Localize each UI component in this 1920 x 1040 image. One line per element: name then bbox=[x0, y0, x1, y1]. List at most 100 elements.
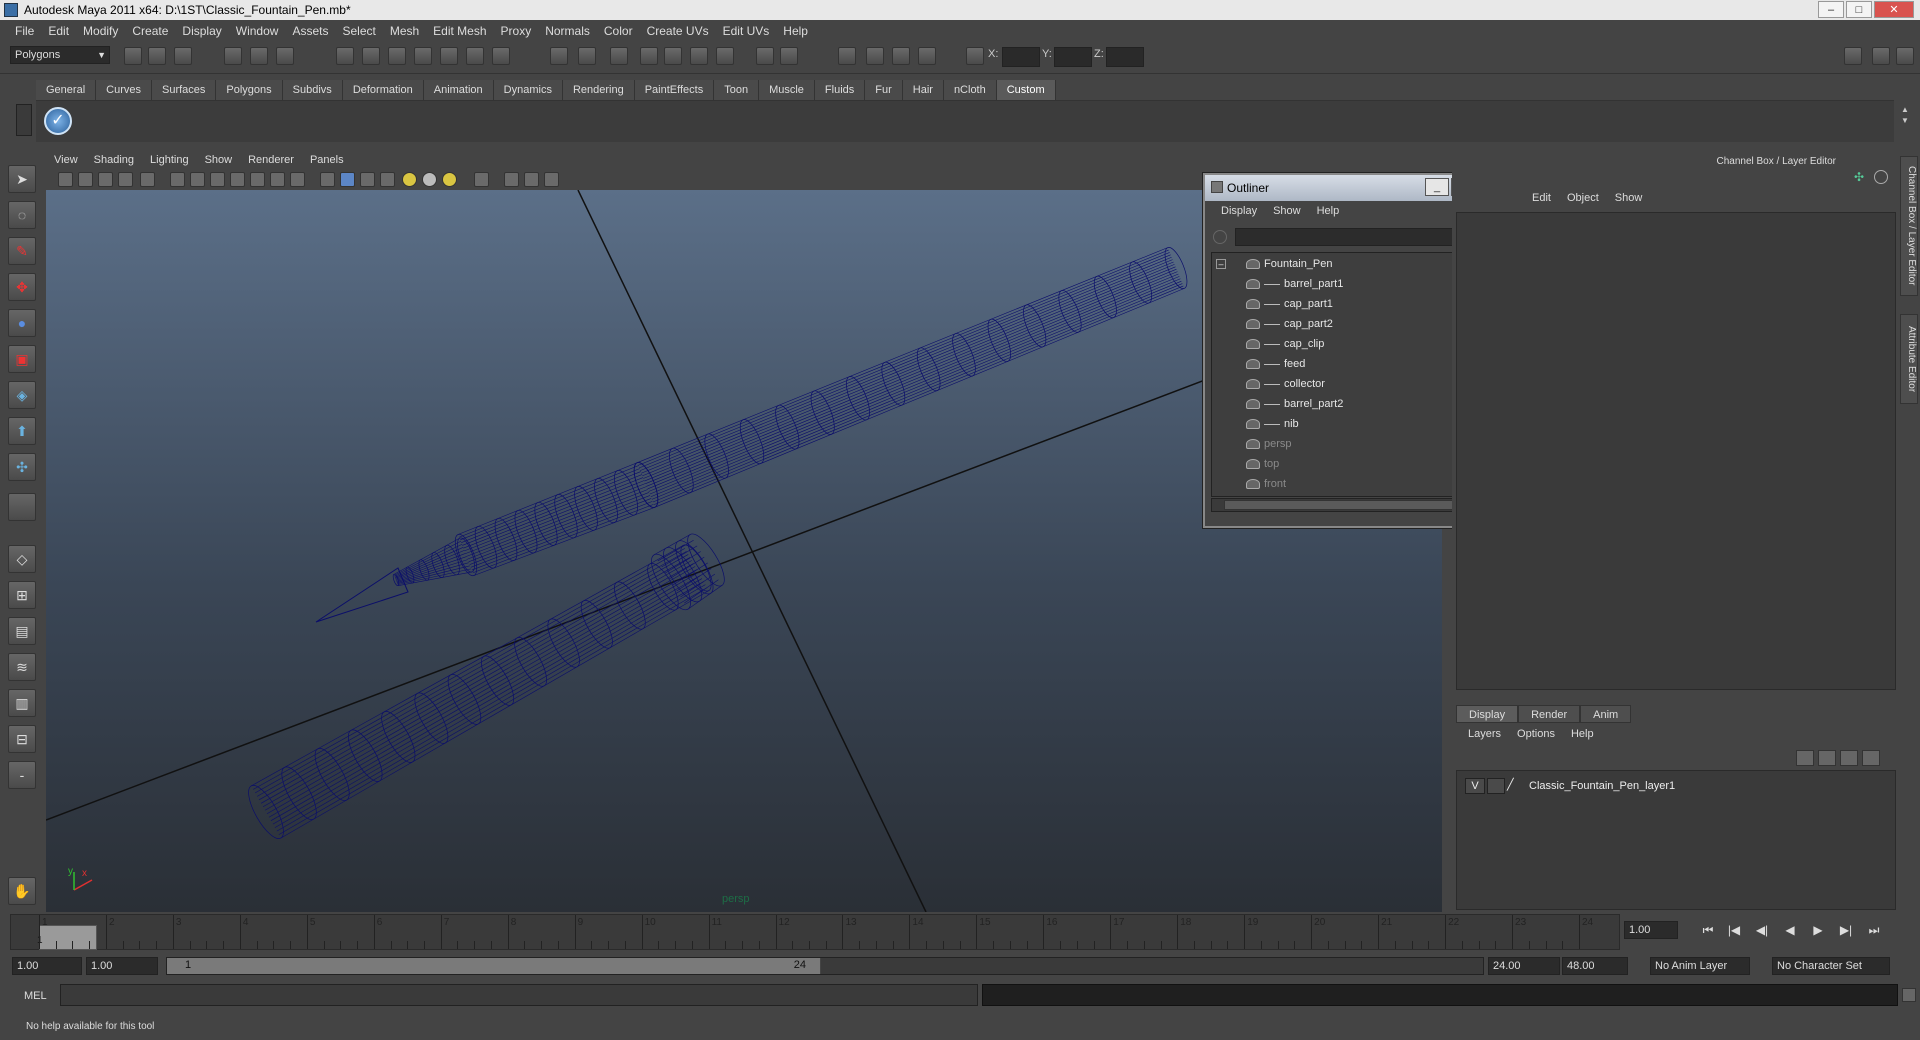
select-object-icon[interactable] bbox=[250, 47, 268, 65]
playback-start-field[interactable]: 1.00 bbox=[86, 957, 158, 975]
camera-attributes-icon[interactable] bbox=[78, 172, 93, 187]
tab-curves[interactable]: Curves bbox=[96, 80, 152, 100]
outliner-minimize-button[interactable]: _ bbox=[1425, 178, 1449, 196]
tab-subdivs[interactable]: Subdivs bbox=[282, 80, 343, 100]
layer-menu-layers[interactable]: Layers bbox=[1460, 728, 1509, 740]
outliner-hscroll-thumb[interactable] bbox=[1224, 500, 1474, 510]
pin-icon[interactable] bbox=[1874, 170, 1888, 184]
tab-polygons[interactable]: Polygons bbox=[216, 80, 283, 100]
last-tool-icon[interactable] bbox=[8, 493, 36, 521]
attribute-editor-toggle-icon[interactable] bbox=[1844, 47, 1862, 65]
render-settings-icon[interactable] bbox=[664, 47, 682, 65]
maximize-button[interactable]: □ bbox=[1846, 1, 1872, 18]
manipulator-tool-icon[interactable]: ◈ bbox=[8, 381, 36, 409]
menu-edit-uvs[interactable]: Edit UVs bbox=[716, 24, 777, 38]
menu-edit[interactable]: Edit bbox=[41, 24, 76, 38]
channel-toggle-icon[interactable]: ✣ bbox=[1854, 170, 1868, 184]
tab-display-layers[interactable]: Display bbox=[1456, 705, 1519, 723]
filter-icon[interactable] bbox=[1213, 230, 1227, 244]
shelf-menu-icon[interactable] bbox=[16, 104, 32, 136]
paint-select-tool-icon[interactable]: ✎ bbox=[8, 237, 36, 265]
outliner-item[interactable]: front bbox=[1246, 475, 1286, 493]
show-manipulator-icon[interactable]: ✣ bbox=[8, 453, 36, 481]
menu-proxy[interactable]: Proxy bbox=[494, 24, 539, 38]
menu-display[interactable]: Display bbox=[175, 24, 228, 38]
persp-outliner-layout-icon[interactable]: ▤ bbox=[8, 617, 36, 645]
outliner-item[interactable]: cap_part2 bbox=[1246, 315, 1333, 333]
safe-title-icon[interactable] bbox=[270, 172, 285, 187]
snap-grid-icon[interactable] bbox=[336, 47, 354, 65]
xray-icon[interactable] bbox=[474, 172, 489, 187]
ipr-render-icon[interactable] bbox=[640, 47, 658, 65]
camera-icon[interactable] bbox=[838, 47, 856, 65]
outliner-item[interactable]: – Fountain_Pen bbox=[1216, 255, 1333, 273]
layer-visibility-toggle[interactable]: V bbox=[1465, 778, 1485, 794]
new-layer-selected-icon[interactable] bbox=[1862, 750, 1880, 766]
light-icon[interactable] bbox=[716, 47, 734, 65]
grid-display-icon[interactable] bbox=[866, 47, 884, 65]
new-empty-layer-icon[interactable] bbox=[1840, 750, 1858, 766]
grid-toggle-icon[interactable] bbox=[170, 172, 185, 187]
select-tool-icon[interactable]: ➤ bbox=[8, 165, 36, 193]
tab-general[interactable]: General bbox=[36, 80, 97, 100]
persp-hypergraph-layout-icon[interactable]: ▥ bbox=[8, 689, 36, 717]
viewport-menu-view[interactable]: View bbox=[46, 154, 86, 166]
current-time-field[interactable]: 1.00 bbox=[1624, 921, 1678, 939]
tab-hair[interactable]: Hair bbox=[902, 80, 944, 100]
viewport-menu-show[interactable]: Show bbox=[197, 154, 241, 166]
viewport-menu-lighting[interactable]: Lighting bbox=[142, 154, 197, 166]
outliner-item[interactable]: top bbox=[1246, 455, 1279, 473]
script-language-label[interactable]: MEL bbox=[24, 990, 47, 1002]
tab-anim-layers[interactable]: Anim bbox=[1580, 705, 1632, 723]
history-icon[interactable] bbox=[466, 47, 484, 65]
shaded-display-icon[interactable] bbox=[918, 47, 936, 65]
layout-menu-icon[interactable]: - bbox=[8, 761, 36, 789]
snap-plane-icon[interactable] bbox=[414, 47, 432, 65]
menu-normals[interactable]: Normals bbox=[538, 24, 597, 38]
shadows-icon[interactable] bbox=[442, 172, 457, 187]
persp-graph-layout-icon[interactable]: ≋ bbox=[8, 653, 36, 681]
menu-file[interactable]: File bbox=[8, 24, 41, 38]
custom-shelf-check-icon[interactable]: ✓ bbox=[44, 107, 72, 135]
render-region-icon[interactable] bbox=[578, 47, 596, 65]
gate-mask-icon[interactable] bbox=[210, 172, 225, 187]
lasso-tool-icon[interactable]: ◌ bbox=[8, 201, 36, 229]
open-scene-icon[interactable] bbox=[148, 47, 166, 65]
tab-fur[interactable]: Fur bbox=[865, 80, 903, 100]
outliner-menu-display[interactable]: Display bbox=[1213, 205, 1265, 217]
channel-menu-show[interactable]: Show bbox=[1607, 192, 1651, 204]
play-backwards-button[interactable]: ◀ bbox=[1780, 920, 1800, 940]
tool-settings-toggle-icon[interactable] bbox=[1872, 47, 1890, 65]
snap-live-icon[interactable] bbox=[440, 47, 458, 65]
xray-joints-icon[interactable] bbox=[524, 172, 539, 187]
time-slider[interactable]: 1 12345678910111213141516171819202122232… bbox=[10, 914, 1620, 950]
snap-curve-icon[interactable] bbox=[362, 47, 380, 65]
menu-color[interactable]: Color bbox=[597, 24, 640, 38]
move-tool-icon[interactable]: ✥ bbox=[8, 273, 36, 301]
y-field[interactable] bbox=[1054, 47, 1092, 67]
textured-icon[interactable] bbox=[380, 172, 395, 187]
default-lighting-icon[interactable] bbox=[402, 172, 417, 187]
scale-tool-icon[interactable]: ▣ bbox=[8, 345, 36, 373]
transform-field-icon[interactable] bbox=[966, 47, 984, 65]
field-chart-icon[interactable] bbox=[230, 172, 245, 187]
menu-modify[interactable]: Modify bbox=[76, 24, 125, 38]
move-layer-down-icon[interactable] bbox=[1818, 750, 1836, 766]
new-scene-icon[interactable] bbox=[124, 47, 142, 65]
channel-menu-object[interactable]: Object bbox=[1559, 192, 1607, 204]
tab-fluids[interactable]: Fluids bbox=[814, 80, 866, 100]
camera-select-icon[interactable] bbox=[58, 172, 73, 187]
wireframe-on-shaded-icon[interactable] bbox=[360, 172, 375, 187]
close-button[interactable]: ✕ bbox=[1874, 1, 1914, 18]
safe-action-icon[interactable] bbox=[250, 172, 265, 187]
menu-window[interactable]: Window bbox=[229, 24, 286, 38]
anim-end-field[interactable]: 48.00 bbox=[1562, 957, 1628, 975]
menu-mesh[interactable]: Mesh bbox=[383, 24, 426, 38]
menu-help[interactable]: Help bbox=[776, 24, 815, 38]
step-back-key-button[interactable]: |◀ bbox=[1724, 920, 1744, 940]
outliner-menu-help[interactable]: Help bbox=[1309, 205, 1348, 217]
single-perspective-layout-icon[interactable]: ◇ bbox=[8, 545, 36, 573]
input-ops-icon[interactable] bbox=[756, 47, 774, 65]
outliner-item[interactable]: nib bbox=[1246, 415, 1299, 433]
outliner-item[interactable]: collector bbox=[1246, 375, 1325, 393]
